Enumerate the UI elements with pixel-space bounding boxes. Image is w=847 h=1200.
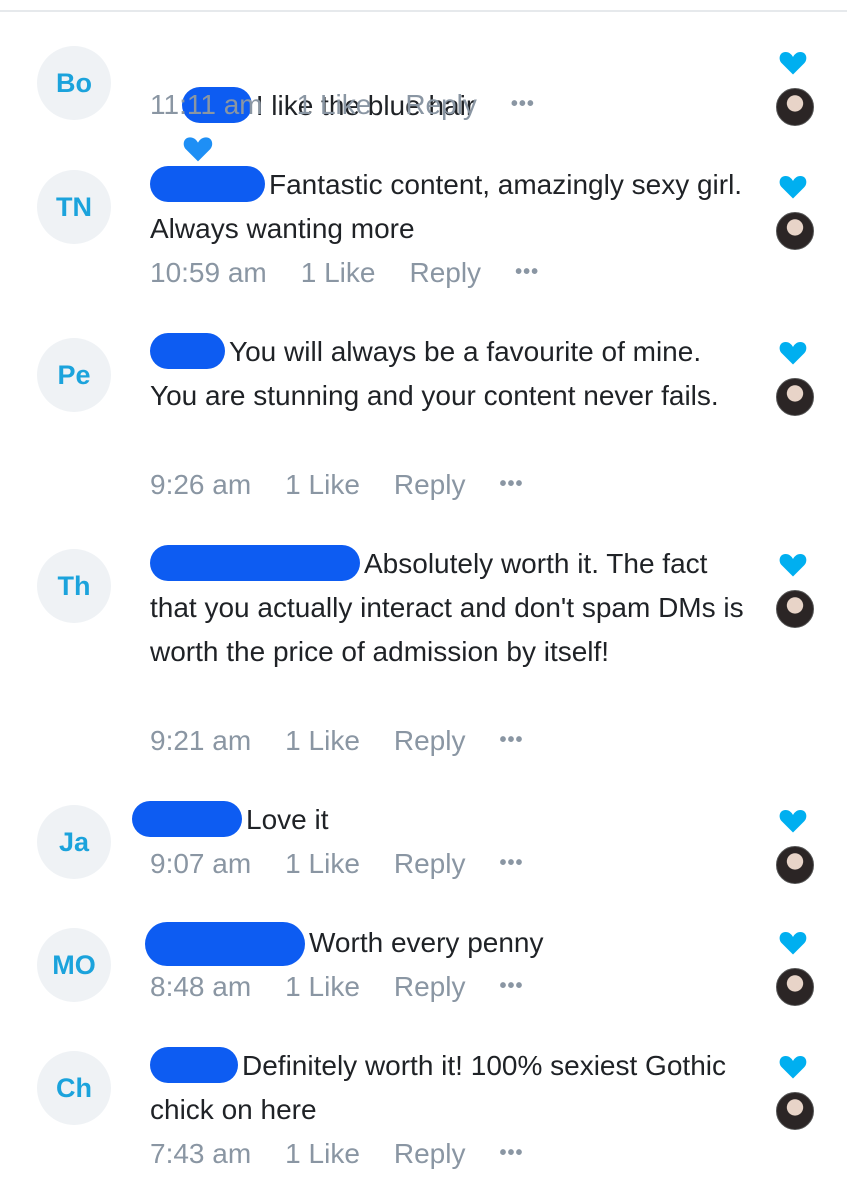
- comment-text-line: You will always be a favourite of mine. …: [150, 330, 750, 418]
- comment-body: You will always be a favourite of mine. …: [150, 330, 750, 418]
- avatar-initials: Th: [57, 570, 91, 601]
- more-options-icon[interactable]: •••: [499, 473, 523, 495]
- comment-time: 9:21 am: [150, 725, 252, 756]
- redacted-username: [150, 333, 225, 369]
- comment-text: Love it: [246, 804, 329, 835]
- reply-link[interactable]: Reply: [394, 469, 466, 500]
- comment-time: 9:07 am: [150, 848, 252, 879]
- comment-meta: 7:43 am 1 Like Reply •••: [150, 1131, 558, 1176]
- more-options-icon[interactable]: •••: [499, 852, 523, 874]
- reply-link[interactable]: Reply: [394, 1138, 466, 1169]
- more-options-icon[interactable]: •••: [499, 975, 523, 997]
- comment-time: 10:59 am: [150, 257, 267, 288]
- avatar-initials: TN: [56, 191, 92, 222]
- avatar[interactable]: Ja: [37, 805, 111, 879]
- creator-liked-avatar: [776, 212, 814, 250]
- more-options-icon[interactable]: •••: [499, 729, 523, 751]
- avatar[interactable]: MO: [37, 928, 111, 1002]
- redacted-username: [150, 1047, 238, 1083]
- comment-text-line: Love it: [132, 798, 732, 842]
- redacted-username: [150, 545, 360, 581]
- comment-meta: 9:21 am 1 Like Reply •••: [150, 718, 558, 763]
- like-heart-icon[interactable]: [778, 338, 808, 366]
- comment-text-line: Definitely worth it! 100% sexiest Gothic…: [150, 1044, 750, 1132]
- like-heart-icon[interactable]: [778, 806, 808, 834]
- more-options-icon[interactable]: •••: [515, 261, 539, 283]
- reply-link[interactable]: Reply: [405, 89, 477, 120]
- redacted-username: [132, 801, 242, 837]
- reply-link[interactable]: Reply: [394, 725, 466, 756]
- avatar[interactable]: Pe: [37, 338, 111, 412]
- comment-time: 7:43 am: [150, 1138, 252, 1169]
- like-heart-icon[interactable]: [778, 928, 808, 956]
- like-count-link[interactable]: 1 Like: [285, 469, 360, 500]
- reply-link[interactable]: Reply: [394, 971, 466, 1002]
- like-count-link[interactable]: 1 Like: [285, 971, 360, 1002]
- avatar[interactable]: Bo: [37, 46, 111, 120]
- comment-body: Fantastic content, amazingly sexy girl. …: [150, 163, 750, 251]
- creator-liked-avatar: [776, 88, 814, 126]
- comment-text: Worth every penny: [309, 927, 544, 958]
- comment-body: Love it: [132, 798, 732, 842]
- redacted-username: [150, 166, 265, 202]
- comment-meta: 9:26 am 1 Like Reply •••: [150, 462, 558, 507]
- comment-meta: 8:48 am 1 Like Reply •••: [150, 964, 558, 1009]
- like-heart-icon[interactable]: [778, 48, 808, 76]
- comment-body: Worth every penny: [145, 921, 745, 966]
- reply-link[interactable]: Reply: [409, 257, 481, 288]
- comment-time: 11:11 am: [150, 89, 263, 120]
- more-options-icon[interactable]: •••: [499, 1142, 523, 1164]
- comment-text-line: Absolutely worth it. The fact that you a…: [150, 542, 750, 674]
- avatar[interactable]: Ch: [37, 1051, 111, 1125]
- comment-meta: 9:07 am 1 Like Reply •••: [150, 841, 558, 886]
- creator-liked-avatar: [776, 846, 814, 884]
- creator-liked-avatar: [776, 378, 814, 416]
- comment-meta: 10:59 am 1 Like Reply •••: [150, 250, 573, 295]
- like-count-link[interactable]: 1 Like: [285, 725, 360, 756]
- avatar-initials: Bo: [56, 67, 92, 98]
- like-count-link[interactable]: 1 Like: [297, 89, 372, 120]
- comment-text-line: Worth every penny: [145, 921, 745, 966]
- like-heart-icon[interactable]: [778, 1052, 808, 1080]
- reply-link[interactable]: Reply: [394, 848, 466, 879]
- blue-heart-emoji-icon: [183, 137, 212, 162]
- creator-liked-avatar: [776, 590, 814, 628]
- top-divider: [0, 10, 847, 12]
- avatar-initials: MO: [52, 949, 96, 980]
- like-count-link[interactable]: 1 Like: [285, 848, 360, 879]
- avatar[interactable]: Th: [37, 549, 111, 623]
- redacted-username: [145, 922, 305, 966]
- avatar[interactable]: TN: [37, 170, 111, 244]
- comment-text: You will always be a favourite of mine. …: [150, 336, 719, 411]
- comment-body: Absolutely worth it. The fact that you a…: [150, 542, 750, 674]
- avatar-initials: Pe: [57, 359, 91, 390]
- like-count-link[interactable]: 1 Like: [301, 257, 376, 288]
- comment-time: 9:26 am: [150, 469, 252, 500]
- creator-liked-avatar: [776, 968, 814, 1006]
- like-heart-icon[interactable]: [778, 550, 808, 578]
- comment-time: 8:48 am: [150, 971, 252, 1002]
- creator-liked-avatar: [776, 1092, 814, 1130]
- avatar-initials: Ja: [58, 826, 90, 857]
- comment-body: Definitely worth it! 100% sexiest Gothic…: [150, 1044, 750, 1132]
- comment-meta: 11:11 am 1 Like Reply •••: [150, 82, 569, 127]
- like-count-link[interactable]: 1 Like: [285, 1138, 360, 1169]
- more-options-icon[interactable]: •••: [511, 93, 535, 115]
- like-heart-icon[interactable]: [778, 172, 808, 200]
- avatar-initials: Ch: [56, 1072, 92, 1103]
- comment-text-line: Fantastic content, amazingly sexy girl. …: [150, 163, 750, 251]
